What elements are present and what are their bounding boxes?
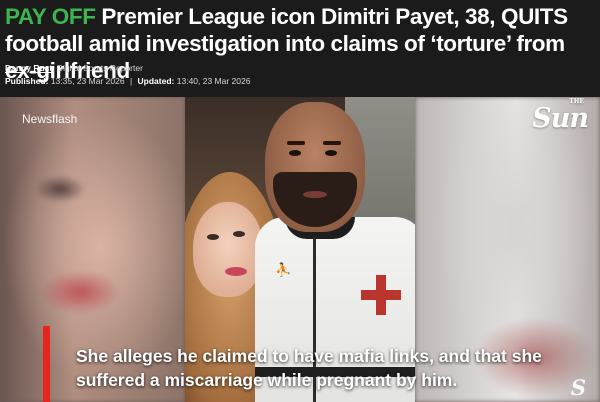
- published-value: 13:35, 23 Mar 2026: [50, 76, 125, 86]
- man-eye-right: [325, 150, 337, 156]
- sun-corner-logo-icon: S: [570, 375, 586, 400]
- man-brow-right: [323, 141, 341, 145]
- article-dates: Published: 13:35, 23 Mar 2026 | Updated:…: [5, 75, 250, 87]
- date-separator: |: [129, 76, 133, 86]
- the-sun-logo-icon: THE Sun: [532, 98, 589, 134]
- author-link[interactable]: Danny Rust: [5, 63, 52, 73]
- man-eye-left: [289, 150, 301, 156]
- brand-logo-small: THE: [569, 98, 584, 105]
- author-role: , Digital Sports Reporter: [52, 63, 143, 73]
- updated-value: 13:40, 23 Mar 2026: [176, 76, 251, 86]
- brand-logo-text: Sun: [532, 103, 589, 134]
- caption-accent-bar: [43, 326, 50, 402]
- published-label: Published:: [5, 76, 49, 86]
- man-brow-left: [287, 141, 305, 145]
- updated-label: Updated:: [137, 76, 175, 86]
- woman-eye-right: [233, 231, 245, 237]
- man-mouth: [303, 191, 327, 198]
- source-watermark: Newsflash: [22, 112, 78, 126]
- woman-face: [193, 202, 263, 297]
- headline-kicker: PAY OFF: [5, 4, 96, 29]
- video-caption: She alleges he claimed to have mafia lin…: [76, 346, 542, 390]
- byline: Danny Rust, Digital Sports Reporter: [5, 62, 143, 74]
- woman-lips: [225, 267, 247, 276]
- woman-eye-left: [207, 234, 219, 240]
- kappa-logo-icon: ⛹: [275, 262, 292, 277]
- cross-crest-icon: [361, 275, 401, 315]
